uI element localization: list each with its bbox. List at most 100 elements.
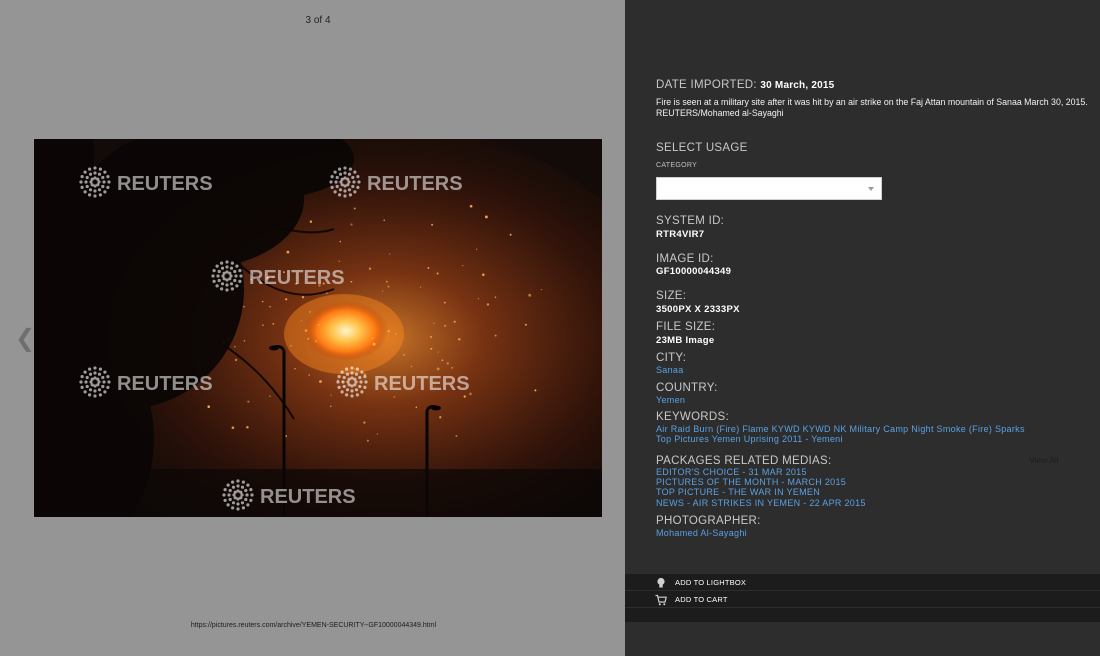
spark-particle — [339, 240, 342, 243]
spark-particle — [300, 320, 302, 322]
add-to-cart-button[interactable]: ADD TO CART — [625, 591, 1100, 607]
spark-particle — [234, 358, 238, 362]
spark-particle — [308, 310, 312, 313]
spark-particle — [366, 439, 369, 442]
spark-particle — [431, 223, 434, 226]
add-to-cart-label: ADD TO CART — [675, 595, 728, 604]
spark-particle — [476, 248, 478, 250]
spark-particle — [269, 305, 272, 308]
image-id-label: IMAGE ID: — [656, 253, 714, 265]
add-to-lightbox-label: ADD TO LIGHTBOX — [675, 578, 747, 587]
spark-particle — [441, 359, 444, 362]
spark-particle — [419, 286, 422, 288]
cart-icon — [655, 594, 667, 606]
details-panel: DATE IMPORTED: 30 March, 2015 Fire is se… — [625, 0, 1100, 656]
spark-particle — [443, 301, 446, 304]
photographer-label: PHOTOGRAPHER: — [656, 515, 761, 527]
spark-particle — [486, 303, 490, 306]
spark-particle — [481, 273, 485, 277]
date-imported-row: DATE IMPORTED: 30 March, 2015 — [656, 79, 834, 91]
spark-particle — [427, 266, 430, 269]
image-url: https://pictures.reuters.com/archive/YEM… — [190, 622, 437, 629]
image-counter: 3 of 4 — [305, 15, 331, 26]
spark-particle — [363, 421, 366, 424]
spark-particle — [494, 334, 497, 337]
spark-particle — [540, 288, 543, 291]
spark-particle — [430, 347, 433, 350]
package-link[interactable]: NEWS - AIR STRIKES IN YEMEN - 22 APR 201… — [656, 498, 866, 508]
spark-particle — [286, 250, 290, 254]
image-id-value: GF10000044349 — [656, 266, 732, 277]
view-all-link[interactable]: View All — [1029, 455, 1059, 465]
spark-particle — [231, 426, 235, 430]
spark-particle — [371, 337, 374, 340]
spark-particle — [462, 264, 464, 267]
package-link[interactable]: PICTURES OF THE MONTH - MARCH 2015 — [656, 477, 846, 487]
keywords-line-1[interactable]: Air Raid Burn (Fire) Flame KYWD KYWD NK … — [656, 424, 1025, 434]
watermark-text: REUTERS — [117, 373, 213, 395]
spark-particle — [383, 219, 385, 222]
spark-particle — [509, 233, 512, 236]
spark-particle — [338, 260, 340, 262]
watermark-text: REUTERS — [260, 486, 356, 508]
spark-particle — [309, 220, 313, 223]
spark-particle — [317, 323, 320, 327]
spark-particle — [534, 389, 537, 392]
watermark-text: REUTERS — [367, 173, 463, 195]
spark-particle — [439, 416, 442, 419]
image-viewer: 3 of 4 ❮ REUTERS REUTERS REUTERS REUTERS… — [0, 0, 625, 656]
spark-particle — [436, 367, 440, 371]
fire-night-photo: REUTERS REUTERS REUTERS REUTERS REUTERS REUTE… — [34, 139, 602, 517]
spark-particle — [389, 253, 391, 255]
country-label: COUNTRY: — [656, 382, 718, 394]
spark-particle — [269, 395, 271, 397]
size-label: SIZE: — [656, 290, 687, 302]
spark-particle — [285, 298, 288, 301]
select-usage-heading: SELECT USAGE — [656, 142, 748, 154]
spark-particle — [246, 426, 249, 429]
previous-image-arrow-icon[interactable]: ❮ — [15, 326, 35, 350]
spark-particle — [443, 324, 447, 328]
spark-particle — [368, 267, 372, 270]
packages-label: PACKAGES RELATED MEDIAS: — [656, 455, 832, 467]
spark-particle — [243, 305, 245, 308]
spark-particle — [350, 223, 353, 226]
add-to-lightbox-button[interactable]: ADD TO LIGHTBOX — [625, 574, 1100, 590]
photographer-link[interactable]: Mohamed Al-Sayaghi — [656, 528, 747, 538]
spark-particle — [294, 368, 296, 370]
file-size-value: 23MB Image — [656, 335, 715, 346]
chevron-down-icon — [868, 187, 874, 191]
spark-particle — [308, 374, 310, 376]
spark-particle — [304, 329, 308, 332]
spark-particle — [385, 280, 388, 283]
watermark-text: REUTERS — [374, 373, 470, 395]
package-link[interactable]: EDITOR'S CHOICE - 31 MAR 2015 — [656, 467, 807, 477]
spark-particle — [319, 380, 322, 383]
spark-particle — [415, 406, 418, 409]
spark-particle — [387, 330, 390, 333]
spark-particle — [353, 207, 356, 210]
city-label: CITY: — [656, 352, 687, 364]
keywords-line-2[interactable]: Top Pictures Yemen Uprising 2011 - Yemen… — [656, 434, 843, 444]
spark-particle — [387, 285, 390, 288]
package-link[interactable]: TOP PICTURE - THE WAR IN YEMEN — [656, 487, 820, 497]
spark-particle — [463, 395, 466, 398]
spark-particle — [350, 280, 353, 283]
spark-particle — [247, 400, 250, 403]
main-photo: REUTERS REUTERS REUTERS REUTERS REUTERS REUTE… — [34, 139, 602, 517]
spark-particle — [207, 405, 210, 408]
city-link[interactable]: Sanaa — [656, 365, 684, 375]
category-label: CATEGORY — [656, 162, 698, 169]
spark-particle — [372, 342, 376, 346]
spark-particle — [453, 320, 456, 323]
spark-particle — [436, 272, 439, 275]
date-imported-value: 30 March, 2015 — [760, 80, 835, 91]
spark-particle — [262, 324, 264, 327]
country-link[interactable]: Yemen — [656, 395, 685, 405]
watermark-text: REUTERS — [117, 173, 213, 195]
category-select[interactable] — [656, 177, 882, 200]
spark-particle — [458, 338, 461, 341]
spark-particle — [376, 433, 379, 435]
spark-particle — [446, 362, 449, 365]
spark-particle — [395, 333, 397, 335]
